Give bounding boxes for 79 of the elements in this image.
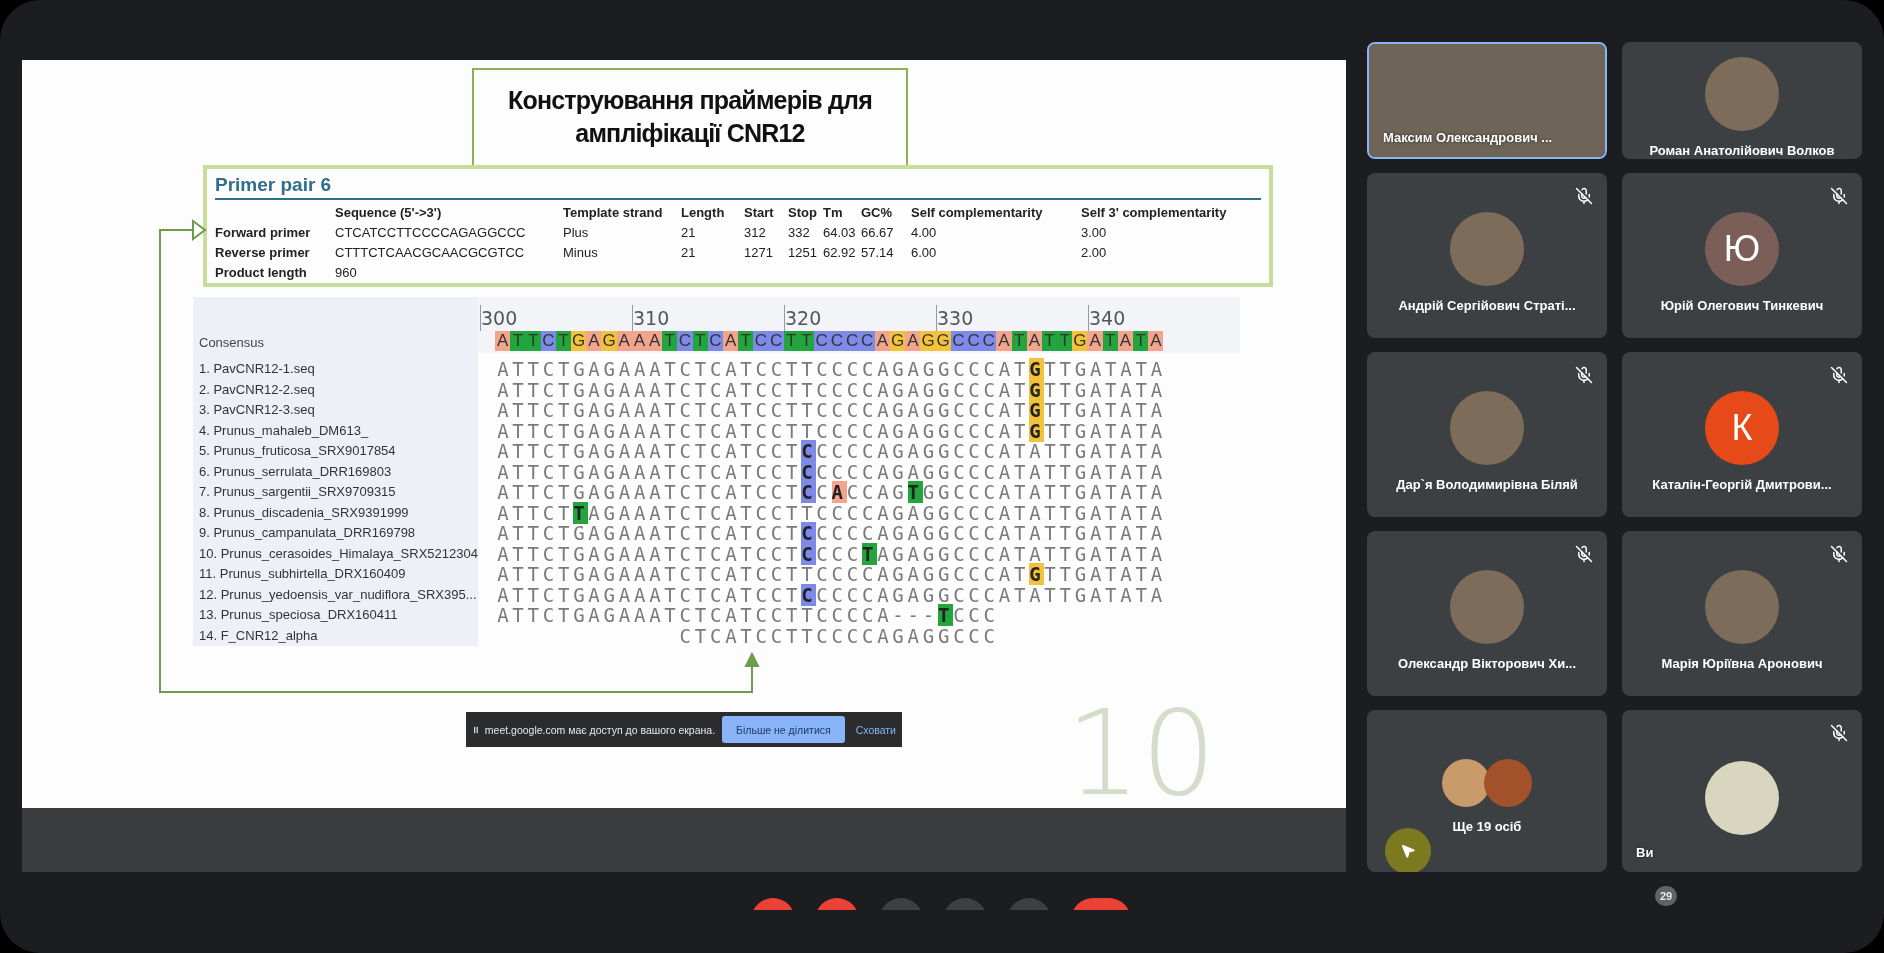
participant-name: Дар`я Володимирівна Біляй — [1396, 477, 1578, 492]
participant-name: Марія Юріївна Аронович — [1661, 656, 1823, 671]
participant-tile[interactable]: К Каталін-Георгій Дмитрови... — [1622, 352, 1862, 517]
participant-tile[interactable]: Максим Олександрович ... — [1367, 42, 1607, 159]
table-cell-text: 1251 — [788, 243, 818, 262]
column-header: Template strand — [563, 203, 664, 222]
table-cell-text: 332 — [788, 223, 811, 242]
table-cell-text: 312 — [744, 223, 767, 242]
table-cell-text: 960 — [335, 263, 358, 282]
sequence-name: 8. Prunus_discadenia_SRX9391999 — [199, 503, 410, 522]
participant-name: Роман Анатолійович Волков — [1649, 143, 1835, 158]
participant-name: Каталін-Георгій Дмитрови... — [1652, 477, 1832, 492]
share-message: meet.google.com має доступ до вашого екрана. — [484, 723, 716, 736]
table-cell-text: CTCATCCTTCCCCAGAGGCCC — [335, 223, 527, 242]
primer-pair-title: Primer pair 6 — [215, 173, 333, 196]
row-label: Reverse primer — [215, 243, 311, 262]
column-header: Tm — [823, 203, 844, 222]
column-header: Self 3' complementarity — [1081, 203, 1228, 222]
table-cell-text: 2.00 — [1081, 243, 1108, 262]
row-label: Product length — [215, 263, 308, 282]
sequence-name: 7. Prunus_sargentii_SRX9709315 — [199, 483, 397, 501]
table-cell-text: 3.00 — [1081, 223, 1108, 242]
column-header: Length — [681, 203, 726, 222]
sequence-name: 11. Prunus_subhirtella_DRX160409 — [199, 565, 407, 583]
table-cell-text: 57.14 — [861, 243, 895, 262]
column-header: GC% — [861, 203, 894, 222]
participant-tile[interactable]: Ю Юрій Олегович Тинкевич — [1622, 173, 1862, 338]
table-cell-text: 64.03 — [823, 223, 857, 242]
table-cell-text: 4.00 — [911, 223, 938, 242]
participant-name: Ви — [1636, 845, 1654, 860]
aligned-sequence: CTCATCCTTCCCCAGAGGCCC — [678, 625, 1000, 646]
table-cell-text: 62.92 — [823, 243, 857, 262]
table-cell-text: 21 — [681, 243, 697, 262]
sequence-name: 12. Prunus_yedoensis_var_nudiflora_SRX395... — [199, 585, 478, 604]
table-cell-text: CTTTCTCAACGCAACGCGTCC — [335, 243, 526, 262]
participant-name: Ще 19 осіб — [1452, 818, 1522, 834]
sequence-name: 13. Prunus_speciosa_DRX160411 — [199, 606, 399, 624]
participant-tile[interactable]: Ви — [1622, 710, 1862, 872]
slide-title: Конструювання праймерів для — [508, 85, 872, 117]
sequence-name: 1. PavCNR12-1.seq — [199, 360, 316, 378]
participant-name: Андрій Сергійович Страті... — [1398, 298, 1576, 313]
avatar-photo-placeholder — [1484, 758, 1532, 807]
sequence-name: 6. Prunus_serrulata_DRR169803 — [199, 462, 393, 481]
participant-tile[interactable]: Андрій Сергійович Страті... — [1367, 173, 1607, 338]
consensus-label: Consensus — [199, 334, 266, 352]
column-header: Start — [744, 203, 775, 222]
table-cell-text: Minus — [563, 243, 599, 262]
avatar-initial: Ю — [1705, 212, 1779, 286]
sequence-name: 14. F_CNR12_alpha — [199, 626, 319, 645]
column-header: Stop — [788, 203, 818, 222]
sequence-name: 5. Prunus_fruticosa_SRX9017854 — [199, 442, 397, 460]
sequence-name: 10. Prunus_cerasoides_Himalaya_SRX5212304 — [199, 544, 478, 563]
cursor-icon — [1400, 843, 1416, 859]
participant-tile[interactable]: Олександр Вікторович Хи... — [1367, 531, 1607, 696]
sequence-name: 4. Prunus_mahaleb_DM613_ — [199, 421, 370, 440]
participant-name: Олександр Вікторович Хи... — [1397, 656, 1576, 671]
participant-name: Юрій Олегович Тинкевич — [1660, 298, 1824, 313]
table-cell-text: 21 — [681, 223, 697, 242]
table-cell-text: 66.67 — [861, 223, 895, 242]
slide-title: ампліфікації CNR12 — [575, 118, 805, 150]
table-cell-text: 6.00 — [911, 243, 938, 262]
table-cell-text: 1271 — [744, 243, 774, 262]
column-header: Sequence (5'->3') — [335, 203, 443, 222]
participant-tile[interactable]: Дар`я Володимирівна Біляй — [1367, 352, 1607, 517]
hide-link[interactable]: Сховати — [855, 723, 896, 736]
sequence-name: 9. Prunus_campanulata_DRR169798 — [199, 524, 417, 542]
row-label: Forward primer — [215, 223, 312, 242]
sequence-name: 3. PavCNR12-3.seq — [199, 401, 316, 419]
sequence-name: 2. PavCNR12-2.seq — [199, 380, 316, 399]
participant-tile[interactable]: Роман Анатолійович Волков — [1622, 42, 1862, 159]
participant-tile[interactable]: Ще 19 осіб — [1367, 710, 1607, 872]
participant-name: Максим Олександрович ... — [1383, 130, 1553, 145]
participant-tile[interactable]: Марія Юріївна Аронович — [1622, 531, 1862, 696]
table-cell-text: Plus — [563, 223, 590, 242]
pause-icon — [474, 724, 478, 735]
participant-count-badge: 29 — [1655, 886, 1678, 906]
column-header: Self complementarity — [911, 203, 1044, 222]
stop-sharing-button[interactable]: Більше не ділитися — [722, 716, 845, 743]
avatar-initial: К — [1705, 391, 1779, 465]
